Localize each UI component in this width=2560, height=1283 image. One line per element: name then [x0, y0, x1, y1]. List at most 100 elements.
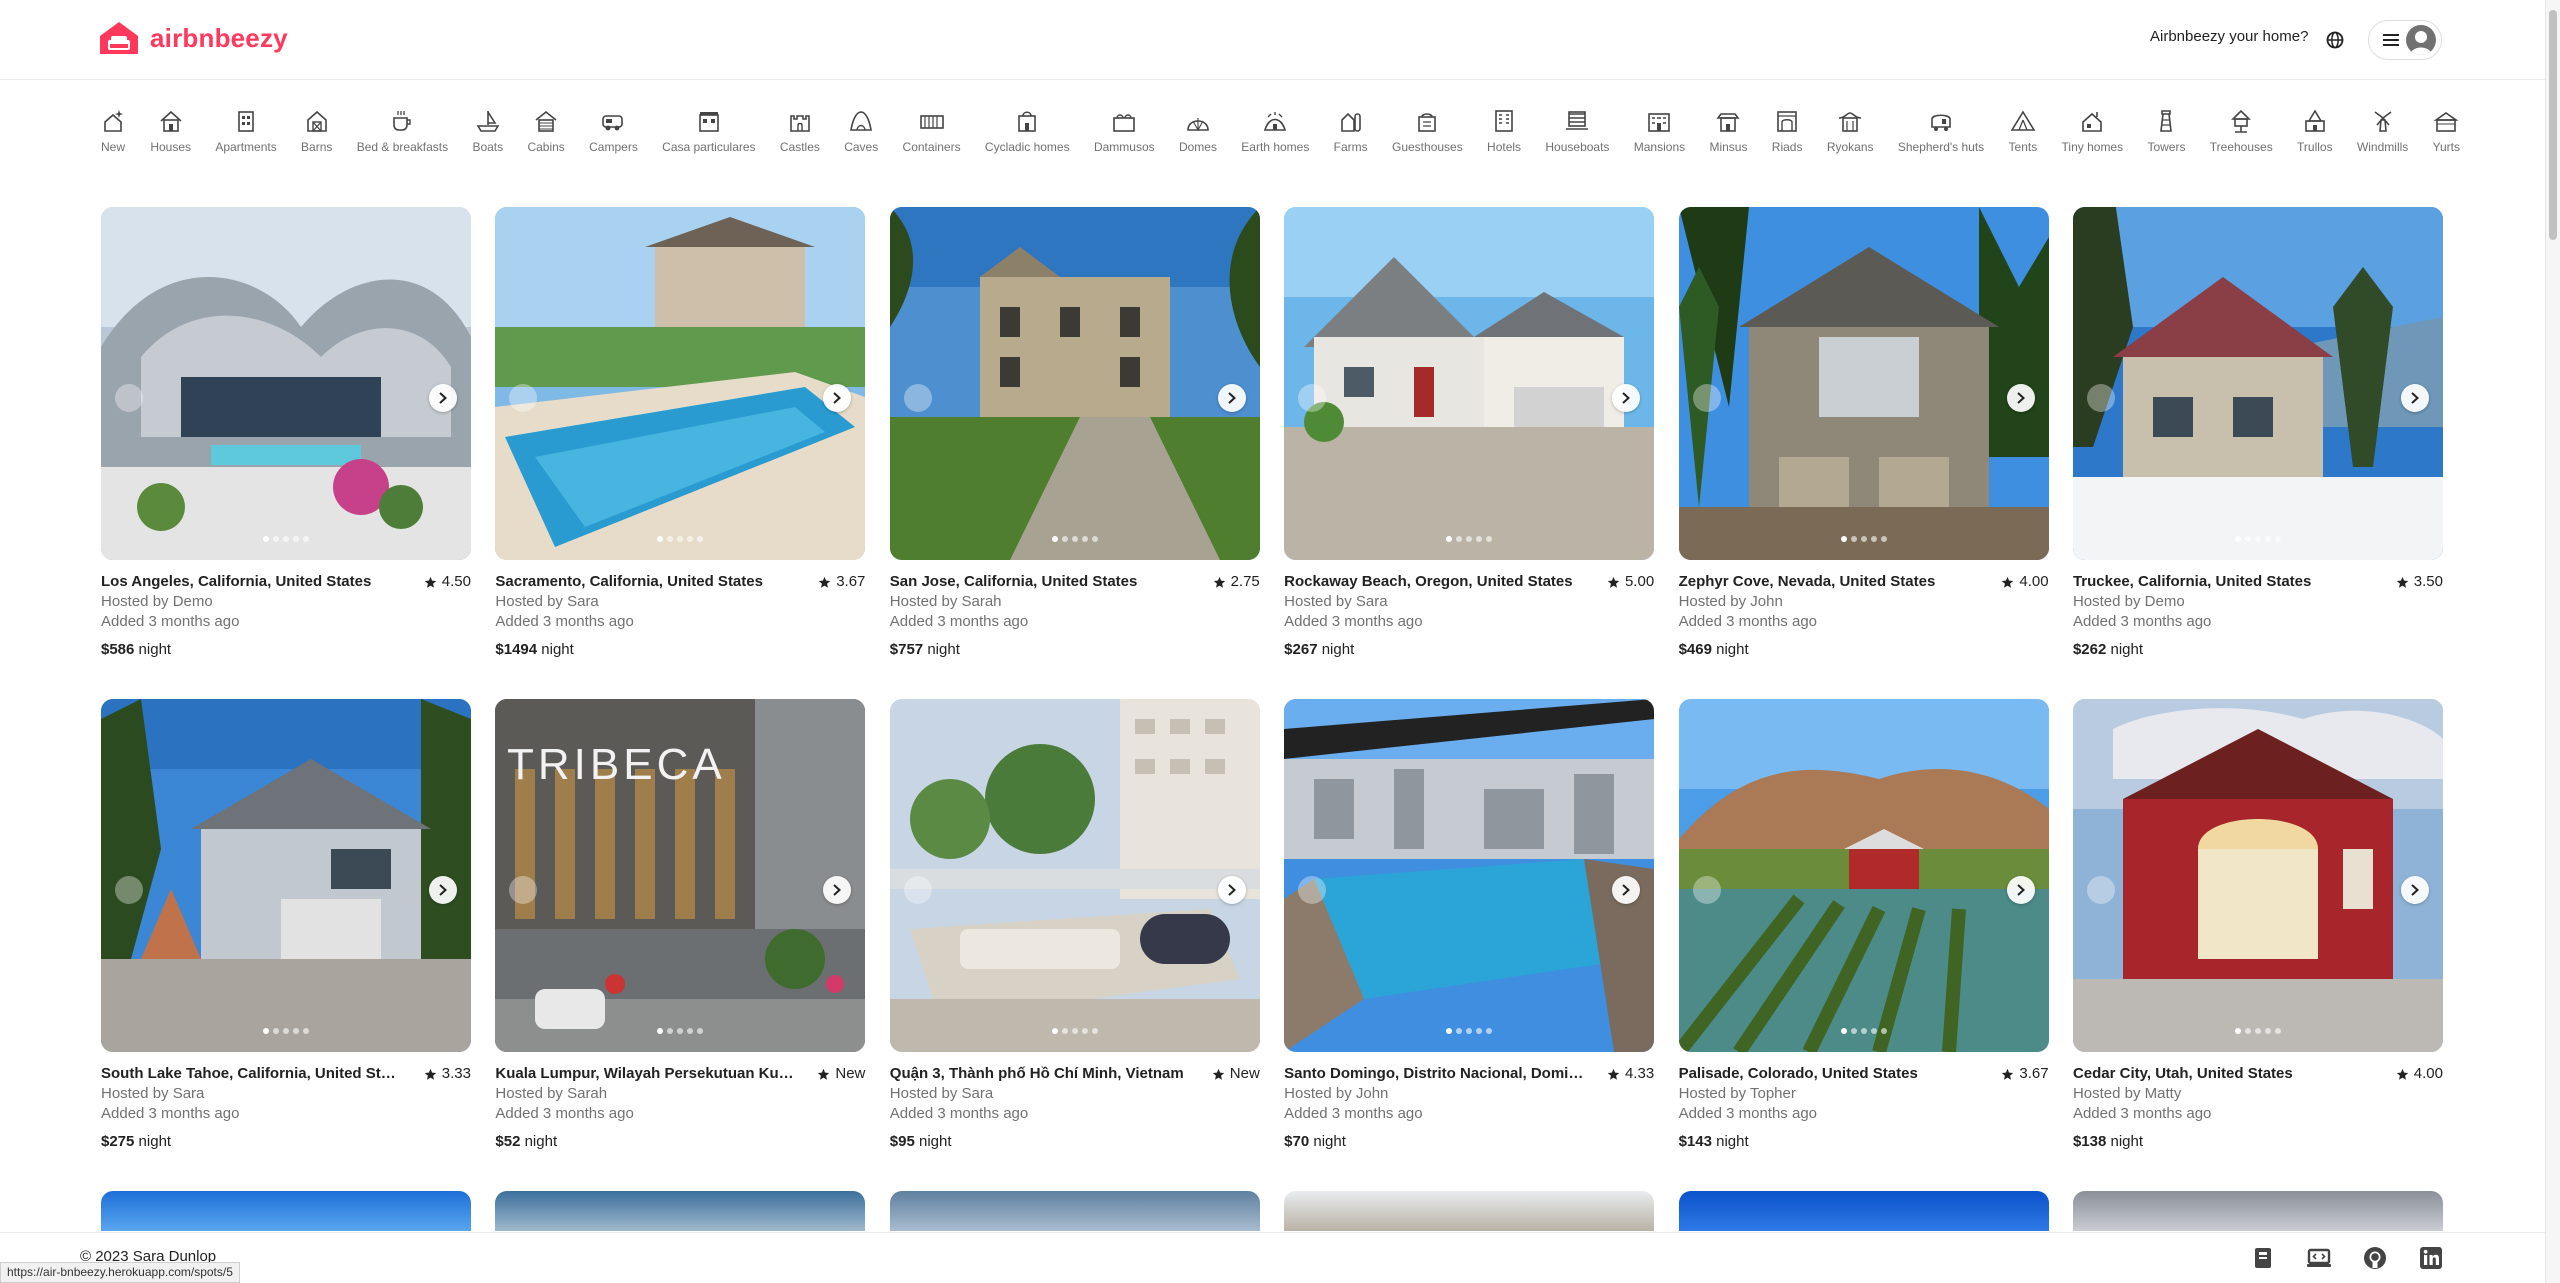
category-boats[interactable]: Boats — [472, 108, 503, 168]
next-photo-button[interactable] — [1612, 876, 1641, 904]
category-dammusos[interactable]: Dammusos — [1094, 108, 1155, 168]
next-photo-button[interactable] — [429, 384, 457, 412]
listing-card[interactable]: Sacramento, California, United States 3.6… — [495, 207, 866, 699]
listing-rating: 2.75 — [1213, 572, 1260, 592]
category-caves[interactable]: Caves — [844, 108, 878, 168]
github-icon[interactable] — [2362, 1245, 2388, 1271]
category-tiny-homes[interactable]: Tiny homes — [2062, 108, 2123, 168]
previous-photo-button[interactable] — [2086, 384, 2115, 412]
linkedin-icon[interactable] — [2418, 1245, 2444, 1271]
category-domes[interactable]: Domes — [1179, 108, 1217, 168]
page-scrollbar[interactable] — [2545, 0, 2560, 1283]
listing-photo[interactable] — [1284, 207, 1655, 560]
listing-rating: New — [1212, 1064, 1260, 1084]
listing-card[interactable]: Cedar City, Utah, United States 4.00 Hoste… — [2072, 699, 2443, 1191]
listing-photo-partial[interactable] — [495, 1191, 866, 1231]
category-apartments[interactable]: Apartments — [215, 108, 277, 168]
portfolio-icon[interactable] — [2250, 1245, 2276, 1271]
pagination-dot — [293, 536, 299, 542]
listing-photo-partial[interactable] — [2072, 1191, 2443, 1231]
category-label: Farms — [1333, 140, 1368, 154]
listing-photo[interactable] — [1678, 699, 2049, 1052]
category-minsus[interactable]: Minsus — [1709, 108, 1747, 168]
previous-photo-button[interactable] — [1298, 876, 1327, 904]
category-shepherd-s-huts[interactable]: Shepherd's huts — [1898, 108, 1984, 168]
logo-link[interactable]: airbnbeezy — [96, 20, 288, 56]
category-cabins[interactable]: Cabins — [527, 108, 565, 168]
previous-photo-button[interactable] — [1692, 384, 1721, 412]
previous-photo-button[interactable] — [2086, 876, 2115, 904]
category-bed-breakfasts[interactable]: Bed & breakfasts — [357, 108, 448, 168]
listing-photo-partial[interactable] — [1284, 1191, 1655, 1231]
category-tents[interactable]: Tents — [2009, 108, 2037, 168]
listing-photo[interactable] — [495, 207, 866, 560]
logo-text: airbnbeezy — [150, 22, 288, 53]
category-ryokans[interactable]: Ryokans — [1827, 108, 1874, 168]
price-amount: $70 — [1284, 1133, 1310, 1150]
listing-photo-partial[interactable] — [889, 1191, 1260, 1231]
laptop-code-icon[interactable] — [2306, 1245, 2332, 1271]
listing-photo-partial[interactable] — [1678, 1191, 2049, 1231]
listing-photo[interactable] — [101, 207, 471, 560]
listing-card[interactable]: Palisade, Colorado, United States 3.67 Hos… — [1678, 699, 2049, 1191]
next-photo-button[interactable] — [1217, 384, 1246, 412]
category-riads[interactable]: Riads — [1772, 108, 1802, 168]
listing-photo-partial[interactable] — [101, 1191, 471, 1231]
category-guesthouses[interactable]: Guesthouses — [1392, 108, 1463, 168]
globe-icon[interactable] — [2320, 27, 2350, 53]
category-castles[interactable]: Castles — [780, 108, 820, 168]
listing-card[interactable]: Quận 3, Thành phố Hồ Chí Minh, Vietnam Ne… — [889, 699, 1260, 1191]
next-photo-button[interactable] — [2400, 384, 2429, 412]
listing-price: $586 night — [101, 640, 471, 660]
listing-card[interactable]: Los Angeles, California, United States 4.… — [101, 207, 471, 699]
category-mansions[interactable]: Mansions — [1634, 108, 1685, 168]
category-earth-homes[interactable]: Earth homes — [1241, 108, 1309, 168]
listing-card[interactable]: Rockaway Beach, Oregon, United States 5.0… — [1284, 207, 1655, 699]
category-towers[interactable]: Towers — [2147, 108, 2185, 168]
listing-photo[interactable] — [2072, 207, 2443, 560]
category-houses[interactable]: Houses — [150, 108, 191, 168]
category-new[interactable]: New — [100, 108, 126, 168]
listing-photo[interactable] — [889, 699, 1260, 1052]
previous-photo-button[interactable] — [903, 876, 932, 904]
previous-photo-button[interactable] — [115, 876, 143, 904]
category-trullos[interactable]: Trullos — [2297, 108, 2333, 168]
host-your-home-link[interactable]: Airbnbeezy your home? — [2150, 28, 2308, 45]
category-containers[interactable]: Containers — [903, 108, 961, 168]
category-hotels[interactable]: Hotels — [1487, 108, 1521, 168]
previous-photo-button[interactable] — [115, 384, 143, 412]
listing-photo[interactable]: TRIBECA — [495, 699, 866, 1052]
category-windmills[interactable]: Windmills — [2357, 108, 2408, 168]
listing-photo[interactable] — [1284, 699, 1655, 1052]
listing-photo[interactable] — [101, 699, 471, 1052]
listing-card[interactable]: TRIBECA Kuala Lumpur, Wilayah Persekutuan… — [495, 699, 866, 1191]
next-photo-button[interactable] — [2400, 876, 2429, 904]
previous-photo-button[interactable] — [903, 384, 932, 412]
next-photo-button[interactable] — [2006, 384, 2035, 412]
category-houseboats[interactable]: Houseboats — [1545, 108, 1609, 168]
previous-photo-button[interactable] — [1692, 876, 1721, 904]
category-barns[interactable]: Barns — [301, 108, 332, 168]
listing-card[interactable]: San Jose, California, United States 2.75 H… — [889, 207, 1260, 699]
listing-photo[interactable] — [889, 207, 1260, 560]
category-campers[interactable]: Campers — [589, 108, 638, 168]
listing-photo[interactable] — [1678, 207, 2049, 560]
listing-card[interactable]: South Lake Tahoe, California, United Sta… — [101, 699, 471, 1191]
category-casa-particulares[interactable]: Casa particulares — [662, 108, 756, 168]
listing-price: $757 night — [890, 640, 1260, 660]
listing-card[interactable]: Zephyr Cove, Nevada, United States 4.00 Ho… — [1678, 207, 2049, 699]
next-photo-button[interactable] — [2006, 876, 2035, 904]
category-treehouses[interactable]: Treehouses — [2210, 108, 2273, 168]
next-photo-button[interactable] — [1612, 384, 1641, 412]
next-photo-button[interactable] — [1217, 876, 1246, 904]
user-menu-button[interactable] — [2368, 20, 2442, 60]
previous-photo-button[interactable] — [1298, 384, 1327, 412]
category-yurts[interactable]: Yurts — [2433, 108, 2460, 168]
category-cycladic-homes[interactable]: Cycladic homes — [985, 108, 1070, 168]
listing-photo[interactable] — [2072, 699, 2443, 1052]
category-farms[interactable]: Farms — [1334, 108, 1368, 168]
next-photo-button[interactable] — [429, 876, 457, 904]
listing-card[interactable]: Santo Domingo, Distrito Nacional, Domini… — [1284, 699, 1655, 1191]
scrollbar-thumb[interactable] — [2549, 10, 2557, 240]
listing-card[interactable]: Truckee, California, United States 3.50 Ho… — [2072, 207, 2443, 699]
